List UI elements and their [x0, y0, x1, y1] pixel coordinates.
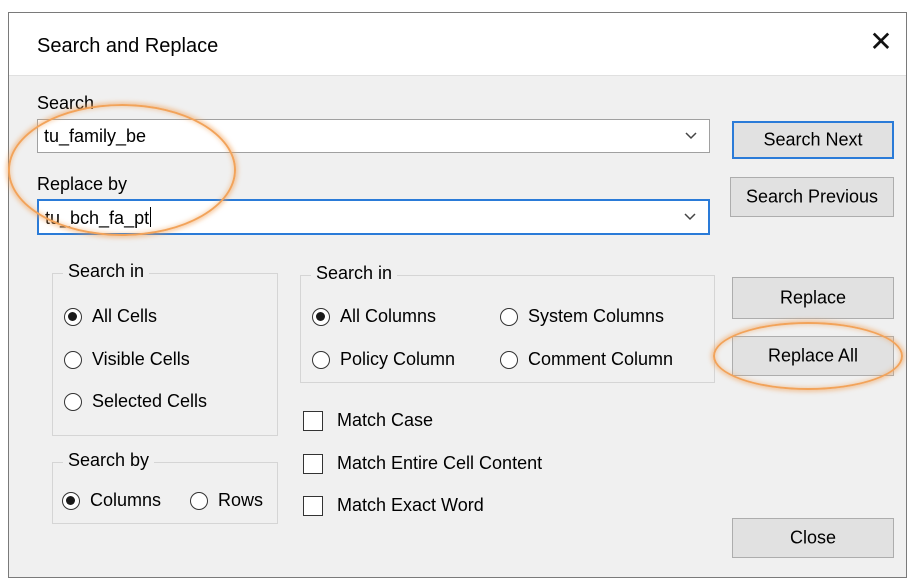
replace-button[interactable]: Replace [732, 277, 894, 319]
replace-all-button[interactable]: Replace All [732, 336, 894, 376]
match-entire-cell-checkbox[interactable]: Match Entire Cell Content [303, 453, 542, 474]
radio-label: System Columns [528, 306, 665, 326]
search-in-cells-legend: Search in [63, 261, 150, 282]
radio-label: Visible Cells [92, 349, 190, 369]
replace-label-text: Replace [779, 287, 847, 308]
checkbox-box [303, 410, 323, 431]
title-bar: Search and Replace ✕ [9, 13, 906, 76]
radio-unselected-icon [312, 350, 330, 369]
radio-label: Columns [90, 490, 162, 510]
radio-rows[interactable]: Rows [190, 490, 263, 511]
radio-system-columns[interactable]: System Columns [500, 306, 664, 327]
radio-unselected-icon [500, 307, 518, 326]
close-label: Close [789, 527, 837, 548]
chevron-down-icon[interactable] [682, 208, 698, 224]
radio-all-columns[interactable]: All Columns [312, 306, 436, 327]
search-by-group: Search by Columns Rows [52, 450, 278, 524]
replace-combobox[interactable]: tu_bch_fa_pt [37, 199, 710, 235]
radio-columns[interactable]: Columns [62, 490, 161, 511]
search-next-label: Search Next [763, 129, 863, 150]
match-exact-word-checkbox[interactable]: Match Exact Word [303, 495, 484, 516]
replace-label: Replace by [37, 174, 128, 194]
radio-policy-column[interactable]: Policy Column [312, 349, 455, 370]
checkbox-label: Match Exact Word [337, 495, 484, 515]
search-value: tu_family_be [44, 126, 147, 146]
radio-unselected-icon [190, 491, 208, 510]
search-combobox[interactable]: tu_family_be [37, 119, 710, 153]
close-button[interactable]: Close [732, 518, 894, 558]
radio-label: Policy Column [340, 349, 456, 369]
replace-all-label: Replace All [767, 345, 859, 366]
replace-value: tu_bch_fa_pt [45, 207, 152, 228]
radio-comment-column[interactable]: Comment Column [500, 349, 673, 370]
search-next-button[interactable]: Search Next [732, 121, 894, 159]
chevron-down-icon[interactable] [683, 127, 699, 143]
radio-unselected-icon [500, 350, 518, 369]
radio-selected-cells[interactable]: Selected Cells [64, 391, 207, 412]
search-previous-label: Search Previous [745, 186, 879, 207]
radio-all-cells[interactable]: All Cells [64, 306, 157, 327]
radio-selected-icon [62, 491, 80, 510]
radio-label: Rows [218, 490, 264, 510]
search-by-legend: Search by [63, 450, 155, 471]
search-in-cells-group: Search in All Cells Visible Cells Select… [52, 261, 278, 436]
search-label: Search [37, 93, 95, 113]
radio-label: Selected Cells [92, 391, 208, 411]
text-cursor [150, 207, 152, 227]
search-replace-dialog: Search and Replace ✕ Search tu_family_be… [8, 12, 907, 578]
radio-unselected-icon [64, 392, 82, 411]
checkbox-box [303, 495, 323, 516]
checkbox-label: Match Entire Cell Content [337, 453, 543, 473]
close-icon[interactable]: ✕ [868, 28, 894, 56]
radio-label: All Cells [92, 306, 158, 326]
radio-selected-icon [64, 307, 82, 326]
checkbox-box [303, 453, 323, 474]
radio-label: All Columns [340, 306, 437, 326]
search-previous-button[interactable]: Search Previous [730, 177, 894, 217]
dialog-title: Search and Replace [37, 35, 219, 57]
radio-visible-cells[interactable]: Visible Cells [64, 349, 190, 370]
search-in-columns-group: Search in All Columns System Columns Pol… [300, 263, 715, 383]
radio-unselected-icon [64, 350, 82, 369]
search-in-columns-legend: Search in [311, 263, 398, 284]
checkbox-label: Match Case [337, 410, 434, 430]
radio-label: Comment Column [528, 349, 674, 369]
radio-selected-icon [312, 307, 330, 326]
match-case-checkbox[interactable]: Match Case [303, 410, 433, 431]
